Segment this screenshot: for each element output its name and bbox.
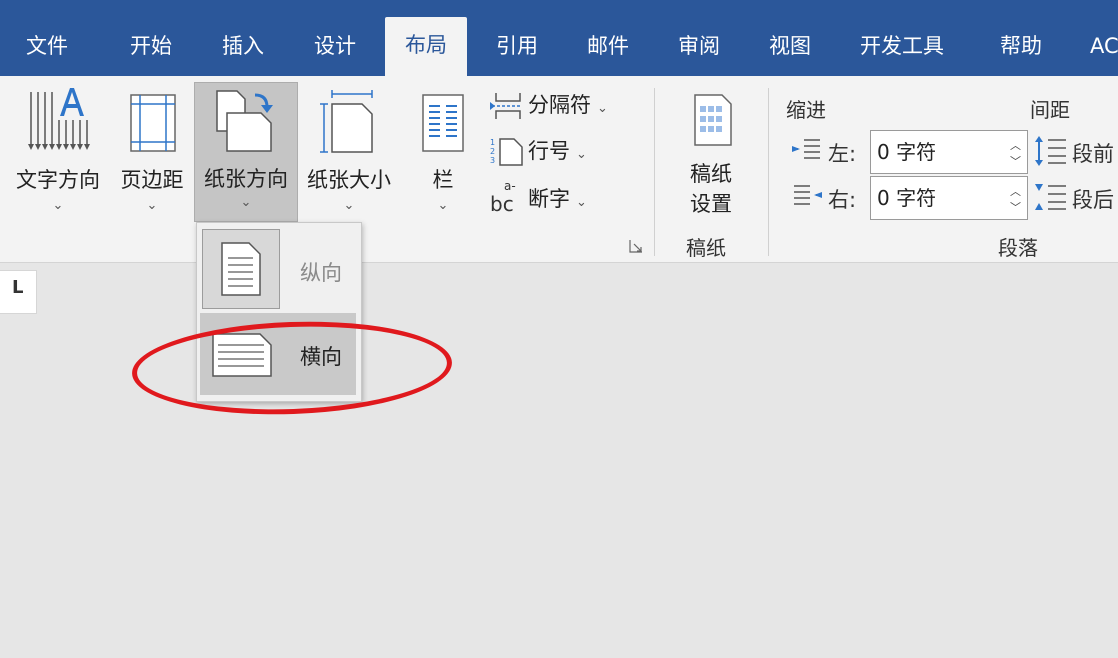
line-numbers-icon: 123 [490,138,523,166]
margins-icon [130,94,176,152]
tab-home[interactable]: 开始 [130,28,172,64]
hyphenation-icon: bc a- [490,179,524,216]
indent-header: 缩进 [786,98,826,122]
tab-insert[interactable]: 插入 [222,28,264,64]
manuscript-group-label: 稿纸 [686,236,726,260]
manuscript-label-line2: 设置 [690,192,732,216]
spin-up-icon[interactable]: ︿ [1010,183,1021,199]
spacing-after-icon [1035,184,1066,210]
columns-label: 栏 [432,168,454,192]
text-direction-button[interactable]: 文字方向 ⌄ [6,84,110,224]
chevron-down-icon: ⌄ [240,195,252,210]
tab-developer[interactable]: 开发工具 [860,28,944,64]
manuscript-grid-icon [694,94,732,146]
svg-text:3: 3 [490,156,495,165]
indent-left-input[interactable]: 0 字符 ︿ ﹀ [870,130,1028,174]
hyphenation-icon-sup: a- [504,179,516,193]
chevron-down-icon: ⌄ [52,198,64,213]
orientation-icon [216,90,273,152]
spacing-before-label: 段前 [1072,142,1114,166]
spacing-before-icon [1035,136,1066,166]
orientation-label: 纸张方向 [204,167,288,191]
manuscript-settings-button[interactable]: 稿纸 设置 [668,88,754,218]
paper-size-button[interactable]: 纸张大小 ⌄ [298,84,400,224]
indent-left-value: 0 字符 [877,140,937,164]
spacing-after-label: 段后 [1072,188,1114,212]
orientation-button[interactable]: 纸张方向 ⌄ [194,82,298,222]
portrait-label: 纵向 [300,261,342,285]
tab-layout[interactable]: 布局 [385,17,467,76]
columns-button[interactable]: 栏 ⌄ [412,84,474,224]
indent-right-icon [794,185,822,205]
spin-up-icon[interactable]: ︿ [1010,137,1021,153]
group-separator [768,88,769,256]
breaks-icon [490,93,522,119]
svg-text:2: 2 [490,147,495,156]
manuscript-label-line1: 稿纸 [690,162,732,186]
indent-left-icon [792,139,820,159]
line-numbers-label: 行号 [528,139,570,163]
tab-review[interactable]: 审阅 [678,28,720,64]
tab-acrobat[interactable]: AC [1090,28,1118,64]
chevron-down-icon: ⌄ [576,147,587,162]
breaks-button[interactable]: 分隔符 ⌄ [490,88,608,122]
paragraph-group-label: 段落 [998,236,1038,260]
chevron-down-icon: ⌄ [146,198,158,213]
portrait-thumb [202,229,280,309]
margins-button[interactable]: 页边距 ⌄ [112,84,192,224]
text-direction-icon [28,88,90,150]
breaks-label: 分隔符 [528,93,591,117]
tab-mailings[interactable]: 邮件 [587,28,629,64]
portrait-page-icon [221,242,261,296]
ribbon-panel: 文字方向 ⌄ 页边距 ⌄ 纸张方向 ⌄ 纸张大小 ⌄ 栏 ⌄ 分隔符 ⌄ 1 2… [0,76,1118,263]
ribbon-tab-bar: 文件 开始 插入 设计 布局 引用 邮件 审阅 视图 开发工具 帮助 AC [0,0,1118,76]
columns-icon [422,94,464,152]
tab-file[interactable]: 文件 [26,28,68,64]
group-separator [654,88,655,256]
indent-right-value: 0 字符 [877,186,937,210]
hyphenation-icon-text: bc [490,192,514,216]
tab-view[interactable]: 视图 [769,28,811,64]
spin-down-icon[interactable]: ﹀ [1010,153,1021,169]
tab-stop-selector[interactable]: L [0,270,37,314]
tab-references[interactable]: 引用 [496,28,538,64]
dialog-launcher-icon [629,240,642,253]
indent-left-label: 左: [828,142,857,166]
paper-size-icon [320,90,373,153]
landscape-label: 横向 [300,345,342,369]
chevron-down-icon: ⌄ [343,198,355,213]
page-setup-dialog-launcher[interactable] [628,238,644,254]
tab-stop-glyph: L [12,277,24,298]
tab-design[interactable]: 设计 [314,28,356,64]
tab-help[interactable]: 帮助 [1000,28,1042,64]
indent-right-input[interactable]: 0 字符 ︿ ﹀ [870,176,1028,220]
spin-down-icon[interactable]: ﹀ [1010,199,1021,215]
orientation-menu: 纵向 横向 [196,222,362,402]
line-numbers-button[interactable]: 123 行号 ⌄ [490,134,587,168]
text-direction-label: 文字方向 [16,168,100,192]
chevron-down-icon: ⌄ [597,101,608,116]
chevron-down-icon: ⌄ [576,195,587,210]
svg-text:1: 1 [490,138,495,147]
chevron-down-icon: ⌄ [437,198,449,213]
orientation-landscape-item[interactable]: 横向 [200,313,356,395]
hyphenation-button[interactable]: bc a- 断字 ⌄ [490,179,587,216]
indent-right-label: 右: [828,188,857,212]
margins-label: 页边距 [120,168,184,192]
landscape-page-icon [212,333,272,377]
hyphenation-label: 断字 [528,187,570,211]
paper-size-label: 纸张大小 [307,168,391,192]
spacing-header: 间距 [1030,98,1070,122]
orientation-portrait-item[interactable]: 纵向 [200,227,356,311]
